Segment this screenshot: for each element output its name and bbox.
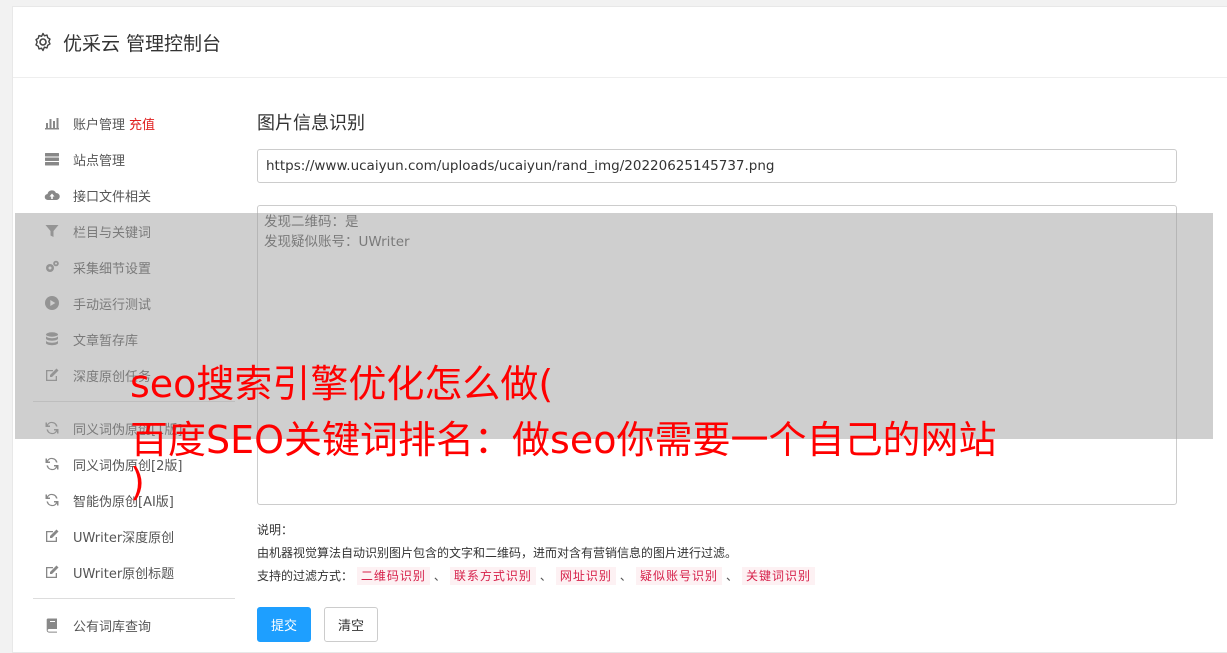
sidebar-item-api-files[interactable]: 接口文件相关 bbox=[13, 177, 235, 213]
filter-methods: 支持的过滤方式： 二维码识别、联系方式识别、网址识别、疑似账号识别、关键词识别 bbox=[257, 565, 1177, 588]
submit-button[interactable]: 提交 bbox=[257, 607, 312, 642]
sidebar-divider bbox=[33, 598, 235, 599]
refresh-icon bbox=[43, 455, 61, 473]
image-url-input[interactable] bbox=[257, 149, 1177, 183]
sidebar-item-public-lexicon[interactable]: 公有词库查询 bbox=[13, 607, 235, 643]
edit-icon bbox=[43, 563, 61, 581]
sidebar-item-label: 接口文件相关 bbox=[73, 189, 152, 205]
console-header: 优采云 管理控制台 bbox=[13, 7, 1227, 78]
overlay-line: 百度SEO关键词排名：做seo你需要一个自己的网站 bbox=[130, 418, 997, 462]
overlay-headline: seo搜索引擎优化怎么做( 百度SEO关键词排名：做seo你需要一个自己的网站 … bbox=[130, 356, 1130, 510]
bar-chart-icon bbox=[43, 114, 61, 132]
sidebar-item-uwriter-deep[interactable]: UWriter深度原创 bbox=[13, 518, 235, 554]
refresh-icon bbox=[43, 491, 61, 509]
filter-separator: 、 bbox=[539, 569, 552, 583]
filter-tag: 网址识别 bbox=[555, 567, 616, 585]
sidebar-item-label: 账户管理 bbox=[73, 117, 126, 133]
edit-icon bbox=[43, 527, 61, 545]
overlay-line: seo搜索引擎优化怎么做( bbox=[130, 362, 554, 406]
desc-title: 说明： bbox=[257, 523, 294, 537]
filter-tag: 疑似账号识别 bbox=[635, 567, 722, 585]
desc-text: 由机器视觉算法自动识别图片包含的文字和二维码，进而对含有营销信息的图片进行过滤。 bbox=[257, 546, 738, 560]
filter-label: 支持的过滤方式： bbox=[257, 569, 354, 583]
filter-tag: 关键词识别 bbox=[741, 567, 815, 585]
console-title: 优采云 管理控制台 bbox=[63, 32, 222, 55]
server-icon bbox=[43, 150, 61, 168]
filter-separator: 、 bbox=[619, 569, 632, 583]
sidebar-item-label: UWriter深度原创 bbox=[73, 530, 175, 546]
description: 说明： 由机器视觉算法自动识别图片包含的文字和二维码，进而对含有营销信息的图片进… bbox=[257, 519, 1177, 588]
filter-tag: 联系方式识别 bbox=[449, 567, 536, 585]
recharge-link[interactable]: 充值 bbox=[129, 114, 155, 133]
filter-tag: 二维码识别 bbox=[356, 567, 430, 585]
gear-icon bbox=[33, 32, 53, 52]
sidebar-item-account[interactable]: 账户管理 充值 bbox=[13, 105, 235, 141]
page-title: 图片信息识别 bbox=[257, 113, 365, 134]
cloud-upload-icon bbox=[43, 186, 61, 204]
sidebar-item-label: 站点管理 bbox=[73, 153, 126, 169]
filter-separator: 、 bbox=[433, 569, 446, 583]
sidebar-item-label: UWriter原创标题 bbox=[73, 566, 175, 582]
sidebar-item-sites[interactable]: 站点管理 bbox=[13, 141, 235, 177]
sidebar-item-uwriter-title[interactable]: UWriter原创标题 bbox=[13, 554, 235, 590]
clear-button[interactable]: 清空 bbox=[324, 607, 379, 642]
sidebar-item-label: 公有词库查询 bbox=[73, 619, 152, 635]
filter-separator: 、 bbox=[725, 569, 738, 583]
action-buttons: 提交 清空 bbox=[257, 607, 1177, 642]
book-icon bbox=[43, 616, 61, 634]
